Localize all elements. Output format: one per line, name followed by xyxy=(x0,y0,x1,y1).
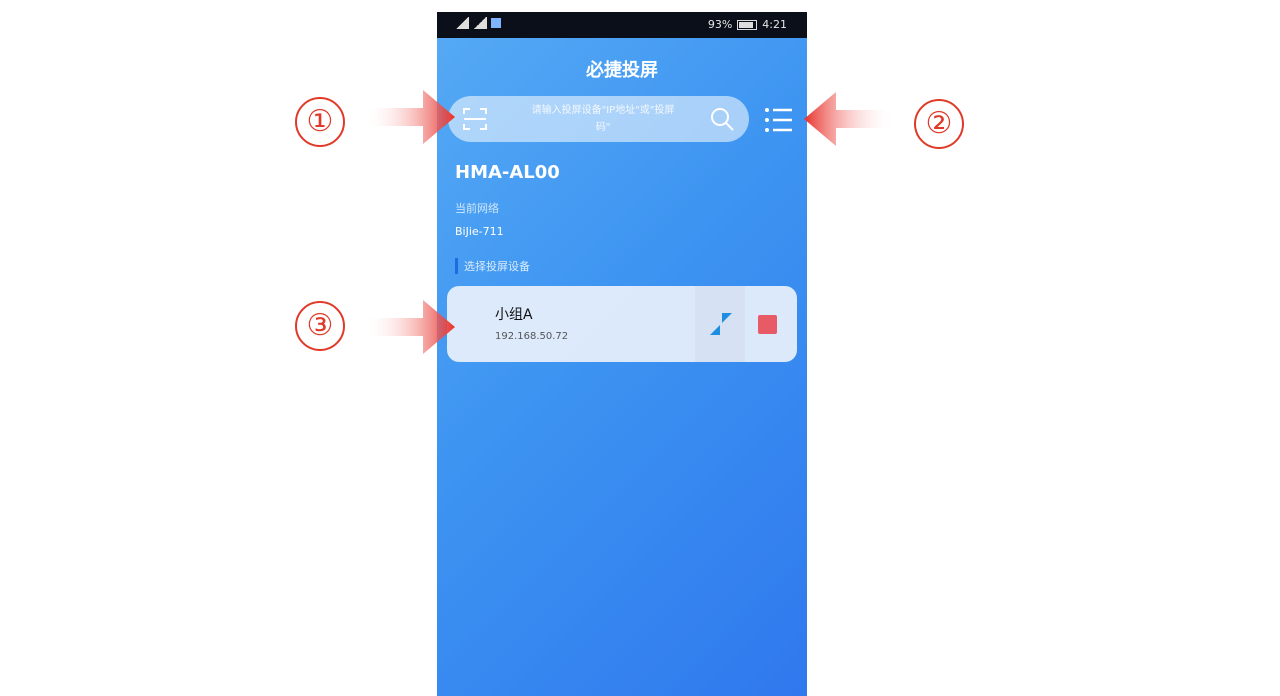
device-name: HMA-AL00 xyxy=(455,162,560,183)
status-left-icons xyxy=(455,17,501,29)
annotation-2: ② xyxy=(914,99,964,149)
search-bar[interactable]: 请输入投屏设备"IP地址"或"投屏码" xyxy=(448,96,749,142)
phone-screen: 93% 4:21 必捷投屏 请输入投屏设备"IP地址"或"投屏码" HMA-AL… xyxy=(437,12,807,696)
signal-icon xyxy=(455,17,469,29)
stop-button[interactable] xyxy=(758,315,777,334)
section-title: 选择投屏设备 xyxy=(464,260,530,273)
arrow-left-2 xyxy=(804,92,894,146)
scan-icon[interactable] xyxy=(462,106,488,132)
arrow-right-1 xyxy=(365,90,455,144)
annotation-1: ① xyxy=(295,97,345,147)
section-header: 选择投屏设备 xyxy=(455,258,530,274)
status-right-icons: 93% 4:21 xyxy=(708,18,787,31)
arrow-right-3 xyxy=(365,300,455,354)
annotation-3: ③ xyxy=(295,301,345,351)
cast-button[interactable] xyxy=(695,286,745,362)
battery-percent: 93% xyxy=(707,18,733,31)
cast-icon xyxy=(710,313,732,335)
search-placeholder[interactable]: 请输入投屏设备"IP地址"或"投屏码" xyxy=(528,102,678,136)
signal-icon xyxy=(473,17,487,29)
search-icon[interactable] xyxy=(709,106,735,132)
status-bar: 93% 4:21 xyxy=(437,12,807,38)
status-time: 4:21 xyxy=(762,18,787,31)
device-card-ip: 192.168.50.72 xyxy=(495,331,569,342)
network-label: 当前网络 xyxy=(455,202,499,215)
app-title: 必捷投屏 xyxy=(586,60,658,81)
network-name: BiJie-711 xyxy=(455,225,504,238)
device-card-name: 小组A xyxy=(495,307,533,323)
menu-icon[interactable] xyxy=(764,106,794,134)
device-card[interactable]: 小组A 192.168.50.72 xyxy=(447,286,797,362)
battery-icon xyxy=(737,19,758,30)
section-marker xyxy=(455,258,458,274)
wifi-icon xyxy=(491,18,501,28)
